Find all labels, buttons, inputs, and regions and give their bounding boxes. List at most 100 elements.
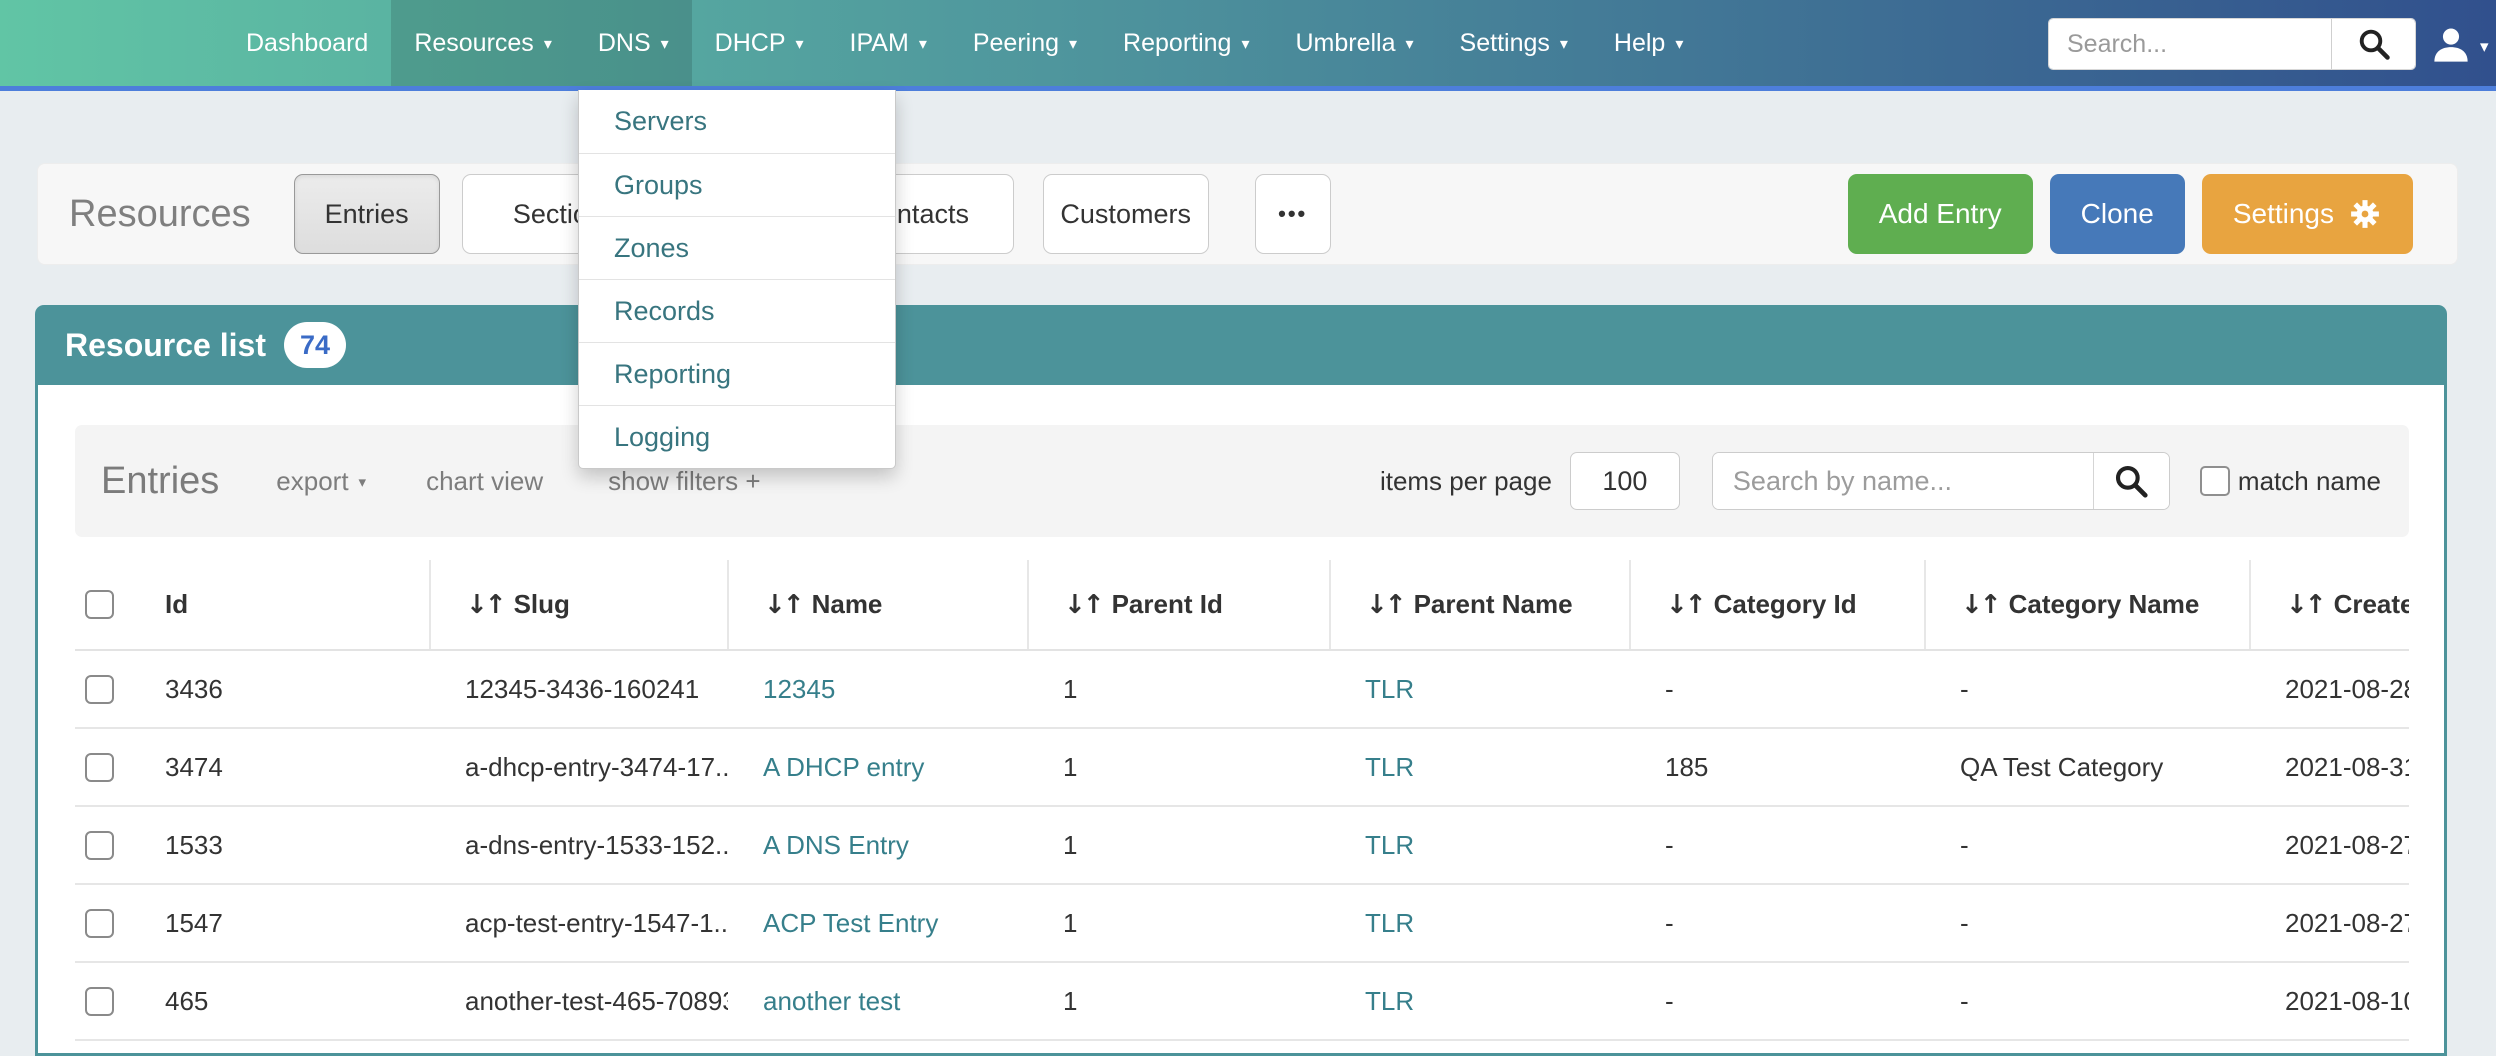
row-checkbox[interactable] — [85, 753, 114, 782]
nav-item-reporting[interactable]: Reporting ▾ — [1100, 0, 1272, 86]
row-checkbox[interactable] — [85, 675, 114, 704]
cell-parent-name-link[interactable]: TLR — [1330, 728, 1630, 806]
nav-item-peering[interactable]: Peering ▾ — [950, 0, 1100, 86]
cell-category-id: - — [1630, 884, 1925, 962]
dns-menu-item-logging[interactable]: Logging — [579, 405, 895, 468]
nav-item-dashboard[interactable]: Dashboard — [223, 0, 391, 86]
chevron-down-icon: ▾ — [1675, 37, 1683, 53]
settings-button[interactable]: Settings — [2202, 174, 2413, 254]
cell-category-name: QA Test Category — [1925, 728, 2250, 806]
cell-category-id: - — [1630, 962, 1925, 1040]
column-header-parent-name[interactable]: ↓↑Parent Name — [1330, 560, 1630, 650]
match-name-checkbox[interactable] — [2200, 466, 2230, 496]
chevron-down-icon: ▾ — [796, 37, 804, 53]
add-entry-button[interactable]: Add Entry — [1848, 174, 2033, 254]
cell-id: 1533 — [145, 806, 430, 884]
export-dropdown[interactable]: export ▾ — [276, 466, 366, 497]
more-tabs-button[interactable]: ••• — [1255, 174, 1331, 254]
cell-created: 2021-08-10 17 — [2250, 962, 2409, 1040]
match-name-label: match name — [2238, 466, 2381, 497]
cell-id: 465 — [145, 962, 430, 1040]
nav-item-dhcp[interactable]: DHCP ▾ — [692, 0, 827, 86]
nav-item-ipam[interactable]: IPAM ▾ — [827, 0, 950, 86]
chevron-down-icon: ▾ — [544, 37, 552, 53]
column-header-parent-id[interactable]: ↓↑Parent Id — [1028, 560, 1330, 650]
cell-slug: a-dns-entry-1533-152... — [430, 806, 728, 884]
table-scroll-area[interactable]: Id ↓↑Slug ↓↑Name ↓↑Parent Id ↓↑Parent Na… — [75, 560, 2409, 1041]
cell-name-link[interactable]: ACP Test Entry — [728, 884, 1028, 962]
row-checkbox[interactable] — [85, 831, 114, 860]
dns-menu-item-servers[interactable]: Servers — [579, 90, 895, 153]
ellipsis-icon: ••• — [1278, 201, 1307, 227]
column-header-category-id[interactable]: ↓↑Category Id — [1630, 560, 1925, 650]
export-label: export — [276, 466, 348, 497]
column-header-id[interactable]: Id — [145, 560, 430, 650]
name-search-button[interactable] — [2093, 453, 2169, 509]
table-row: 465 another-test-465-70893 another test … — [75, 962, 2409, 1040]
app-root: Dashboard Resources ▾ DNS ▾ DHCP ▾ IPAM … — [0, 0, 2496, 1056]
name-search-input[interactable] — [1713, 453, 2093, 509]
cell-parent-name-link[interactable]: TLR — [1330, 650, 1630, 728]
column-header-slug[interactable]: ↓↑Slug — [430, 560, 728, 650]
nav-item-help[interactable]: Help ▾ — [1591, 0, 1706, 86]
row-checkbox[interactable] — [85, 987, 114, 1016]
nav-item-label: DHCP — [715, 29, 786, 58]
nav-item-dns[interactable]: DNS ▾ — [575, 0, 692, 86]
cell-category-name: - — [1925, 650, 2250, 728]
row-checkbox[interactable] — [85, 909, 114, 938]
cell-name-link[interactable]: another test — [728, 962, 1028, 1040]
global-search-button[interactable] — [2331, 19, 2415, 69]
cell-id: 3436 — [145, 650, 430, 728]
entries-title: Entries — [101, 460, 219, 503]
nav-item-resources[interactable]: Resources ▾ — [391, 0, 575, 86]
column-header-category-name[interactable]: ↓↑Category Name — [1925, 560, 2250, 650]
chart-view-link[interactable]: chart view — [426, 466, 543, 497]
clone-button[interactable]: Clone — [2050, 174, 2185, 254]
nav-item-label: Reporting — [1123, 29, 1231, 58]
cell-name-link[interactable]: 12345 — [728, 650, 1028, 728]
chevron-down-icon: ▾ — [1406, 37, 1414, 53]
cell-name-link[interactable]: A DHCP entry — [728, 728, 1028, 806]
dns-menu-item-groups[interactable]: Groups — [579, 153, 895, 216]
nav-item-umbrella[interactable]: Umbrella ▾ — [1272, 0, 1436, 86]
dns-menu-item-reporting[interactable]: Reporting — [579, 342, 895, 405]
user-menu[interactable]: ▾ — [2430, 24, 2489, 66]
nav-item-settings[interactable]: Settings ▾ — [1437, 0, 1591, 86]
nav-item-label: DNS — [598, 29, 651, 58]
tab-customers[interactable]: Customers — [1043, 174, 1209, 254]
entries-toolbar: Entries export ▾ chart view show filters… — [75, 425, 2409, 537]
sort-icon: ↓↑ — [466, 590, 504, 620]
cell-parent-name-link[interactable]: TLR — [1330, 962, 1630, 1040]
cell-created: 2021-08-27 01 — [2250, 884, 2409, 962]
global-search — [2048, 18, 2416, 70]
chevron-down-icon: ▾ — [1069, 37, 1077, 53]
user-icon — [2430, 24, 2472, 66]
cell-parent-id: 1 — [1028, 884, 1330, 962]
cell-parent-name-link[interactable]: TLR — [1330, 806, 1630, 884]
entries-table: Id ↓↑Slug ↓↑Name ↓↑Parent Id ↓↑Parent Na… — [75, 560, 2409, 1041]
column-header-created[interactable]: ↓↑Created — [2250, 560, 2409, 650]
cell-parent-id: 1 — [1028, 650, 1330, 728]
dns-menu-item-records[interactable]: Records — [579, 279, 895, 342]
show-filters-link[interactable]: show filters + — [608, 466, 760, 497]
column-header-name[interactable]: ↓↑Name — [728, 560, 1028, 650]
sort-icon: ↓↑ — [1366, 590, 1404, 620]
cell-name-link[interactable]: A DNS Entry — [728, 806, 1028, 884]
nav-item-label: Settings — [1460, 29, 1550, 58]
resource-list-header: Resource list 74 — [35, 305, 2447, 385]
dns-menu-item-zones[interactable]: Zones — [579, 216, 895, 279]
panel-title: Resource list — [65, 327, 266, 364]
cell-slug: a-dhcp-entry-3474-17... — [430, 728, 728, 806]
tab-entries[interactable]: Entries — [294, 174, 440, 254]
cell-slug: another-test-465-70893 — [430, 962, 728, 1040]
match-name-control: match name — [2200, 466, 2381, 497]
resource-list-panel: Resource list 74 Entries export ▾ chart … — [35, 305, 2447, 1056]
sort-icon: ↓↑ — [1064, 590, 1102, 620]
select-all-checkbox[interactable] — [85, 590, 114, 619]
table-header-row: Id ↓↑Slug ↓↑Name ↓↑Parent Id ↓↑Parent Na… — [75, 560, 2409, 650]
global-search-input[interactable] — [2049, 19, 2331, 69]
cell-parent-name-link[interactable]: TLR — [1330, 884, 1630, 962]
chevron-down-icon: ▾ — [1560, 37, 1568, 53]
items-per-page-input[interactable] — [1570, 452, 1680, 510]
nav-item-label: Dashboard — [246, 29, 368, 58]
